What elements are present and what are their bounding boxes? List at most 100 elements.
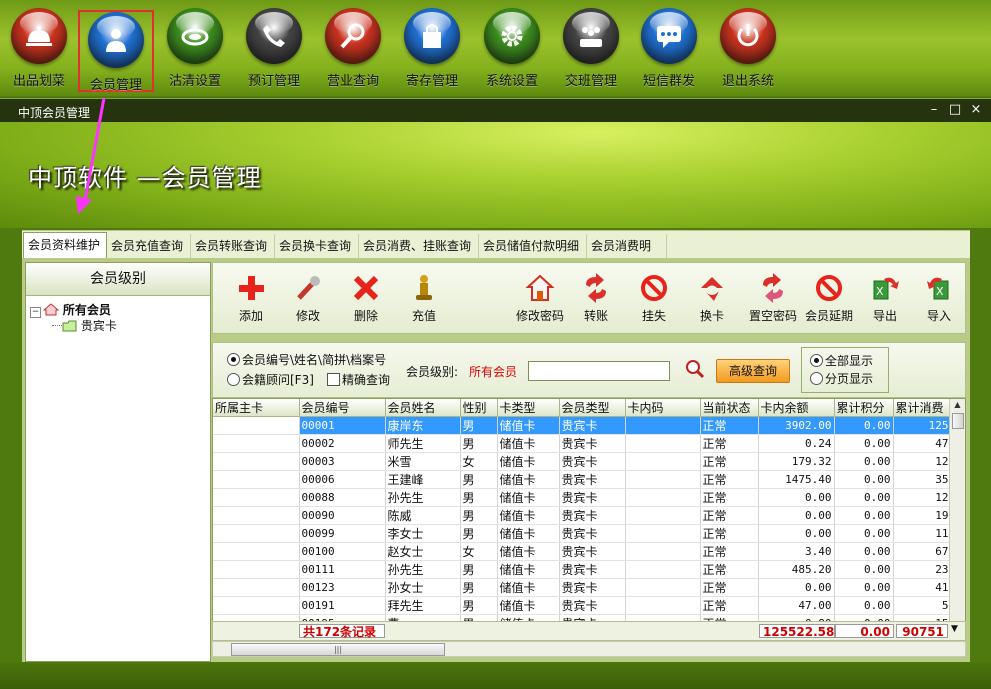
table-cell: 储值卡 [497,578,560,597]
table-cell: 0.00 [834,434,894,453]
table-cell: 正常 [700,434,759,453]
table-cell: 贵宾卡 [559,560,626,579]
table-row[interactable]: 00088 孙先生男储值卡 贵宾卡 正常 0.00 0.00 12 [213,488,952,507]
table-cell [213,578,300,597]
action-button-10[interactable]: X 导出 [857,271,913,324]
action-button-11[interactable]: X 导入 [913,271,965,324]
tree-node-vip[interactable]: 贵宾卡 [52,317,117,334]
table-row[interactable]: 00002 师先生男储值卡 贵宾卡 正常 0.24 0.00 47 [213,434,952,453]
action-button-7[interactable]: 换卡 [684,271,740,324]
column-header[interactable]: 所属主卡 [213,399,300,417]
table-cell: 125 [893,416,952,435]
action-button-2[interactable]: 删除 [338,271,394,324]
table-cell: 贵宾卡 [559,416,626,435]
horizontal-scroll-thumb[interactable]: ||| [231,643,445,656]
table-cell: 0.24 [758,434,835,453]
tab-6[interactable]: 会员消费明细 [587,234,667,277]
column-header[interactable]: 卡内码 [625,399,701,417]
search-icon[interactable] [685,359,705,379]
action-button-4[interactable]: 修改密码 [511,271,569,324]
action-button-0[interactable]: 添加 [223,271,279,324]
table-cell [625,596,701,615]
table-row[interactable]: 00191 拜先生男储值卡 贵宾卡 正常 47.00 0.00 5 [213,596,952,615]
column-header[interactable]: 会员类型 [559,399,626,417]
action-button-6[interactable]: 挂失 [626,271,682,324]
tab-2[interactable]: 会员转账查询 [191,234,275,258]
column-header[interactable]: 累计消费 [893,399,952,417]
table-cell: 男 [460,434,498,453]
search-by-advisor-radio[interactable]: 会籍顾问[F3] [227,371,314,388]
action-button-9[interactable]: 会员延期 [801,271,857,324]
advanced-search-button[interactable]: 高级查询 [716,359,790,383]
column-header[interactable]: 当前状态 [700,399,759,417]
table-row[interactable]: 00099 李女士男储值卡 贵宾卡 正常 0.00 0.00 11 [213,524,952,543]
table-cell: 3.40 [758,542,835,561]
tab-5[interactable]: 会员储值付款明细 [479,234,587,258]
table-cell: 贵宾卡 [559,596,626,615]
paged-label: 分页显示 [825,372,874,386]
collapse-icon[interactable]: − [30,307,41,318]
column-header[interactable]: 性别 [460,399,498,417]
table-cell [625,506,701,525]
scroll-thumb[interactable] [952,413,964,429]
search-panel: 会员编号\姓名\简拼\档案号 会籍顾问[F3] 精确查询 会员级别: 所有会员 … [212,342,966,398]
level-value[interactable]: 所有会员 [469,363,517,380]
column-header[interactable]: 会员编号 [299,399,386,417]
change-card-icon [701,277,723,301]
tab-4[interactable]: 会员消费、挂账查询 [359,234,479,258]
table-cell: 贵宾卡 [559,488,626,507]
table-cell: 正常 [700,596,759,615]
column-header[interactable]: 卡类型 [497,399,560,417]
scroll-down-icon[interactable]: ▼ [951,624,958,634]
tab-0[interactable]: 会员资料维护 [23,232,107,259]
table-cell: 储值卡 [497,470,560,489]
table-cell: 贵宾卡 [559,524,626,543]
tab-3[interactable]: 会员换卡查询 [275,234,359,258]
action-icon-wrap [743,271,803,305]
table-cell: 贵宾卡 [559,434,626,453]
table-cell: 男 [460,578,498,597]
action-icon-wrap [568,271,624,305]
table-row[interactable]: 00001 康岸东男储值卡 贵宾卡 正常 3902.00 0.00 125 [213,416,952,435]
table-cell: 贵宾卡 [559,470,626,489]
search-input[interactable] [528,361,670,381]
table-cell: 贵宾卡 [559,542,626,561]
tree-node-all[interactable]: − 所有会员 [30,301,111,318]
action-button-3[interactable]: 充值 [396,271,452,324]
scroll-up-icon[interactable]: ▲ [950,399,965,411]
table-row[interactable]: 00111 孙先生男储值卡 贵宾卡 正常 485.20 0.00 23 [213,560,952,579]
column-header[interactable]: 卡内余额 [758,399,835,417]
table-cell: 孙先生 [385,488,461,507]
table-row[interactable]: 00090 陈威男储值卡 贵宾卡 正常 0.00 0.00 19 [213,506,952,525]
reset-password-icon [763,273,783,303]
show-all-radio[interactable]: 全部显示 [810,352,873,369]
table-cell: 00191 [299,596,386,615]
action-button-8[interactable]: 置空密码 [743,271,803,324]
exact-search-checkbox[interactable]: 精确查询 [327,371,390,388]
tab-1[interactable]: 会员充值查询 [107,234,191,258]
search-by-code-radio[interactable]: 会员编号\姓名\简拼\档案号 [227,351,386,368]
paged-radio[interactable]: 分页显示 [810,370,873,387]
column-header[interactable]: 会员姓名 [385,399,461,417]
table-cell: 男 [460,416,498,435]
column-header[interactable]: 累计积分 [834,399,894,417]
horizontal-scrollbar[interactable]: ||| [212,641,966,657]
action-button-1[interactable]: 修改 [280,271,336,324]
vertical-scrollbar[interactable]: ▲ [949,399,965,621]
action-button-5[interactable]: 转账 [568,271,624,324]
table-cell: 5 [893,596,952,615]
table-row[interactable]: 00100 赵女士女储值卡 贵宾卡 正常 3.40 0.00 67 [213,542,952,561]
table-cell: 陈威 [385,506,461,525]
svg-text:X: X [936,285,944,298]
table-cell: 男 [460,488,498,507]
table-row[interactable]: 00003 米雪女储值卡 贵宾卡 正常 179.32 0.00 12 [213,452,952,471]
action-icon-wrap: X [913,271,965,305]
totals-bar: 共172条记录 125522.58 0.00 90751 ▼ [212,621,966,641]
table-row[interactable]: 00123 孙女士男储值卡 贵宾卡 正常 0.00 0.00 41 [213,578,952,597]
table-cell: 储值卡 [497,488,560,507]
table-row[interactable]: 00006 王建峰男储值卡 贵宾卡 正常 1475.40 0.00 35 [213,470,952,489]
table-cell: 储值卡 [497,452,560,471]
table-cell: 正常 [700,506,759,525]
action-icon-wrap [626,271,682,305]
table-cell: 米雪 [385,452,461,471]
